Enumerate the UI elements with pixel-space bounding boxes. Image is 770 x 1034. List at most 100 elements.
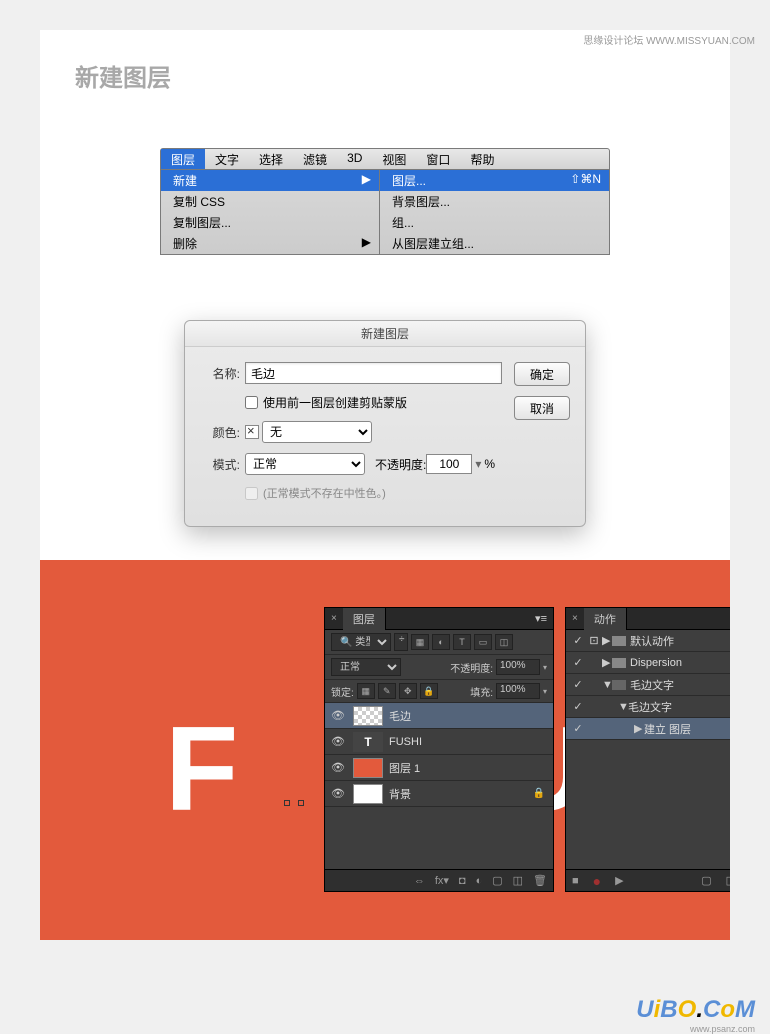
menu-text[interactable]: 文字 xyxy=(205,149,249,169)
filter-shape-icon[interactable]: ▭ xyxy=(474,634,492,650)
visibility-icon[interactable]: 👁 xyxy=(329,709,347,722)
panel-close-icon[interactable]: × xyxy=(566,613,584,624)
logo: UiBO.CoM xyxy=(636,996,755,1024)
top-white-section: 新建图层 图层 文字 选择 滤镜 3D 视图 窗口 帮助 新建▶ 复制 CSS … xyxy=(40,30,730,560)
action-row[interactable]: ✓⊡ ▶ 默认动作 xyxy=(566,630,730,652)
layer-thumb-text: T xyxy=(353,732,383,752)
layer-list: 👁 毛边 👁 T FUSHI 👁 图层 1 👁 背景 🔒 xyxy=(325,703,553,807)
lock-position-icon[interactable]: ✥ xyxy=(399,683,417,699)
panel-close-icon[interactable]: × xyxy=(325,613,343,624)
layer-row[interactable]: 👁 T FUSHI xyxy=(325,729,553,755)
opacity-label-panel: 不透明度: xyxy=(450,660,493,675)
opacity-value-panel[interactable]: 100% xyxy=(496,659,540,675)
opacity-input[interactable] xyxy=(426,454,472,474)
action-row[interactable]: ✓ ▶ Dispersion xyxy=(566,652,730,674)
filter-pixel-icon[interactable]: ▦ xyxy=(411,634,429,650)
folder-open-icon xyxy=(612,680,626,690)
record-icon[interactable]: ● xyxy=(593,873,601,889)
check-icon[interactable]: ✓ xyxy=(570,722,586,735)
folder-icon xyxy=(612,658,626,668)
color-select[interactable]: 无 xyxy=(262,421,372,443)
mode-label: 模式: xyxy=(200,456,240,473)
lock-pixels-icon[interactable]: ✎ xyxy=(378,683,396,699)
layer-row[interactable]: 👁 图层 1 xyxy=(325,755,553,781)
action-row[interactable]: ✓ ▶ 建立 图层 xyxy=(566,718,730,740)
fill-label: 填充: xyxy=(470,684,493,699)
play-icon[interactable]: ▶ xyxy=(615,874,623,887)
submenu-duplicate[interactable]: 复制图层... xyxy=(161,212,379,233)
filter-smart-icon[interactable]: ◫ xyxy=(495,634,513,650)
submenu-copy-css[interactable]: 复制 CSS xyxy=(161,191,379,212)
menu-filter[interactable]: 滤镜 xyxy=(293,149,337,169)
group-icon[interactable]: ▢ xyxy=(492,874,502,887)
section-title: 新建图层 xyxy=(75,58,730,93)
trash-icon[interactable]: 🗑 xyxy=(533,874,547,887)
name-input[interactable] xyxy=(245,362,502,384)
menu-3d[interactable]: 3D xyxy=(337,149,372,169)
submenu-bg-layer[interactable]: 背景图层... xyxy=(380,191,609,212)
menu-layer[interactable]: 图层 xyxy=(161,149,205,169)
actions-panel-footer: ■ ● ▶ ▢ ◫ 🗑 xyxy=(566,869,730,891)
name-label: 名称: xyxy=(200,365,240,382)
action-row[interactable]: ✓ ▼ 毛边文字 xyxy=(566,696,730,718)
filter-type-icon[interactable]: T xyxy=(453,634,471,650)
opacity-label: 不透明度: xyxy=(375,456,426,473)
submenu-delete[interactable]: 删除▶ xyxy=(161,233,379,254)
dialog-title: 新建图层 xyxy=(185,321,585,347)
lock-icon: 🔒 xyxy=(533,788,545,799)
filter-adjust-icon[interactable]: ◐ xyxy=(432,634,450,650)
new-action-icon[interactable]: ◫ xyxy=(726,874,730,887)
menu-view[interactable]: 视图 xyxy=(372,149,416,169)
kind-dropdown-icon[interactable]: ÷ xyxy=(394,633,408,651)
layer-row[interactable]: 👁 毛边 xyxy=(325,703,553,729)
submenu-new[interactable]: 新建▶ xyxy=(161,170,379,191)
check-icon[interactable]: ✓ xyxy=(570,700,586,713)
fill-value[interactable]: 100% xyxy=(496,683,540,699)
layers-tab[interactable]: 图层 xyxy=(343,608,386,630)
check-icon[interactable]: ✓ xyxy=(570,634,586,647)
ok-button[interactable]: 确定 xyxy=(514,362,570,386)
panel-menu-icon[interactable]: ▾≡ xyxy=(529,612,553,625)
mask-icon[interactable]: ◘ xyxy=(459,875,466,887)
lock-label: 锁定: xyxy=(331,684,354,699)
visibility-icon[interactable]: 👁 xyxy=(329,761,347,774)
menu-window[interactable]: 窗口 xyxy=(416,149,460,169)
blend-mode-select[interactable]: 正常 xyxy=(331,658,401,676)
lock-all-icon[interactable]: 🔒 xyxy=(420,683,438,699)
check-icon[interactable]: ✓ xyxy=(570,656,586,669)
menu-area: 图层 文字 选择 滤镜 3D 视图 窗口 帮助 新建▶ 复制 CSS 复制图层.… xyxy=(160,148,610,255)
link-icon[interactable]: ⇔ xyxy=(414,875,425,887)
layer-name: 背景 xyxy=(389,786,411,802)
neutral-checkbox xyxy=(245,487,258,500)
opacity-arrow-icon[interactable]: ▾ xyxy=(472,457,484,471)
new-set-icon[interactable]: ▢ xyxy=(701,874,711,887)
new-layer-dialog: 新建图层 名称: 使用前一图层创建剪贴蒙版 颜色: 无 模式: xyxy=(184,320,586,527)
menu-help[interactable]: 帮助 xyxy=(460,149,504,169)
lock-transparency-icon[interactable]: ▦ xyxy=(357,683,375,699)
submenu-left: 新建▶ 复制 CSS 复制图层... 删除▶ xyxy=(160,170,380,255)
adjustment-icon[interactable]: ◐ xyxy=(476,875,483,887)
layers-panel-footer: ⇔ fx▾ ◘ ◐ ▢ ◫ 🗑 xyxy=(325,869,553,891)
bottom-orange-section: F U × 图层 ▾≡ 🔍 类型 ÷ ▦ ◐ T ▭ ◫ 正常 不透明度: 10… xyxy=(40,560,730,940)
dialog-toggle-icon[interactable]: ⊡ xyxy=(586,634,602,647)
visibility-icon[interactable]: 👁 xyxy=(329,735,347,748)
mode-select[interactable]: 正常 xyxy=(245,453,365,475)
fx-icon[interactable]: fx▾ xyxy=(435,874,449,887)
actions-panel: × 动作 ▾≡ ✓⊡ ▶ 默认动作 ✓ ▶ Dispersion ✓ ▼ 毛边文… xyxy=(565,607,730,892)
stop-icon[interactable]: ■ xyxy=(572,875,579,887)
logo-sub: www.psanz.com xyxy=(690,1024,755,1034)
layer-name: 毛边 xyxy=(389,708,411,724)
submenu-layer-item[interactable]: 图层...⇧⌘N xyxy=(380,170,609,191)
layer-row[interactable]: 👁 背景 🔒 xyxy=(325,781,553,807)
filter-kind-select[interactable]: 🔍 类型 xyxy=(331,633,391,651)
submenu-group-from-layers[interactable]: 从图层建立组... xyxy=(380,233,609,254)
action-row[interactable]: ✓ ▼ 毛边文字 xyxy=(566,674,730,696)
clip-checkbox[interactable] xyxy=(245,396,258,409)
cancel-button[interactable]: 取消 xyxy=(514,396,570,420)
menu-select[interactable]: 选择 xyxy=(249,149,293,169)
actions-tab[interactable]: 动作 xyxy=(584,608,627,630)
submenu-group[interactable]: 组... xyxy=(380,212,609,233)
visibility-icon[interactable]: 👁 xyxy=(329,787,347,800)
check-icon[interactable]: ✓ xyxy=(570,678,586,691)
new-layer-icon[interactable]: ◫ xyxy=(513,874,523,887)
